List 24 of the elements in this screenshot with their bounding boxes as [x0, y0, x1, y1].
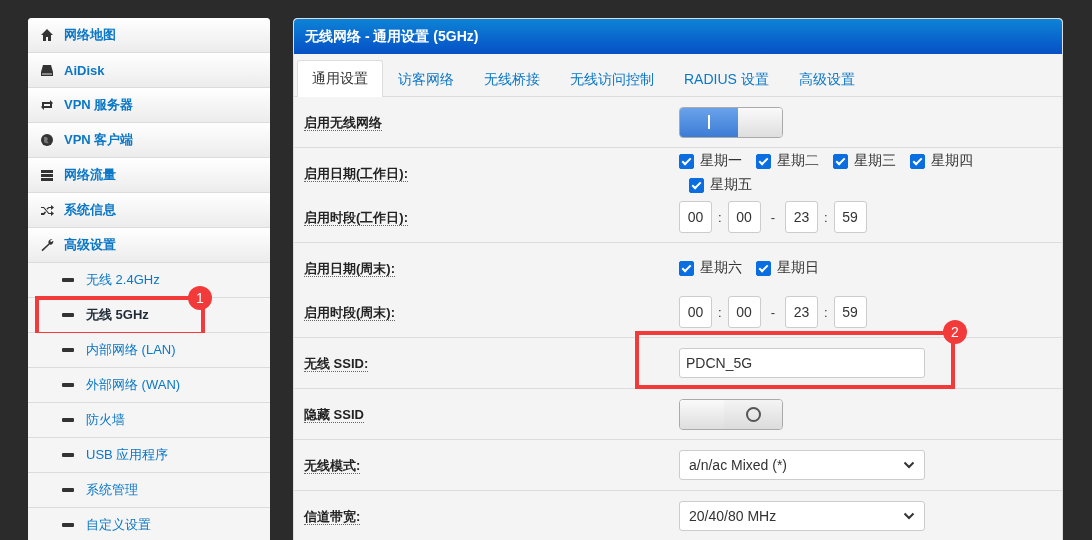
time-separator: :: [822, 209, 829, 225]
setting-label: 信道带宽:: [304, 508, 361, 525]
time-separator: :: [717, 304, 723, 320]
checkbox-label: 星期三: [854, 152, 896, 170]
setting-label: 无线模式:: [304, 457, 361, 474]
setting-label: 无线 SSID:: [304, 355, 369, 372]
time-separator: -: [769, 304, 776, 320]
setting-label: 启用时段(工作日):: [304, 209, 408, 226]
panel-title: 无线网络 - 通用设置 (5GHz): [294, 19, 1062, 54]
setting-label: 启用无线网络: [304, 114, 382, 131]
checkbox-label: 星期一: [700, 152, 742, 170]
time-separator: :: [822, 304, 829, 320]
setting-label: 启用日期(周末):: [304, 260, 395, 277]
checkbox-label: 星期五: [710, 176, 752, 194]
checkbox-label: 星期四: [931, 152, 973, 170]
checkbox-label: 星期六: [700, 259, 742, 277]
setting-label: 启用日期(工作日):: [304, 165, 408, 182]
checkbox-label: 星期日: [777, 259, 819, 277]
time-separator: -: [769, 209, 776, 225]
setting-label: 启用时段(周末):: [304, 304, 395, 321]
time-separator: :: [717, 209, 723, 225]
checkbox-label: 星期二: [777, 152, 819, 170]
setting-label: 隐藏 SSID: [304, 406, 364, 423]
annotation-badge: 2: [943, 320, 967, 344]
